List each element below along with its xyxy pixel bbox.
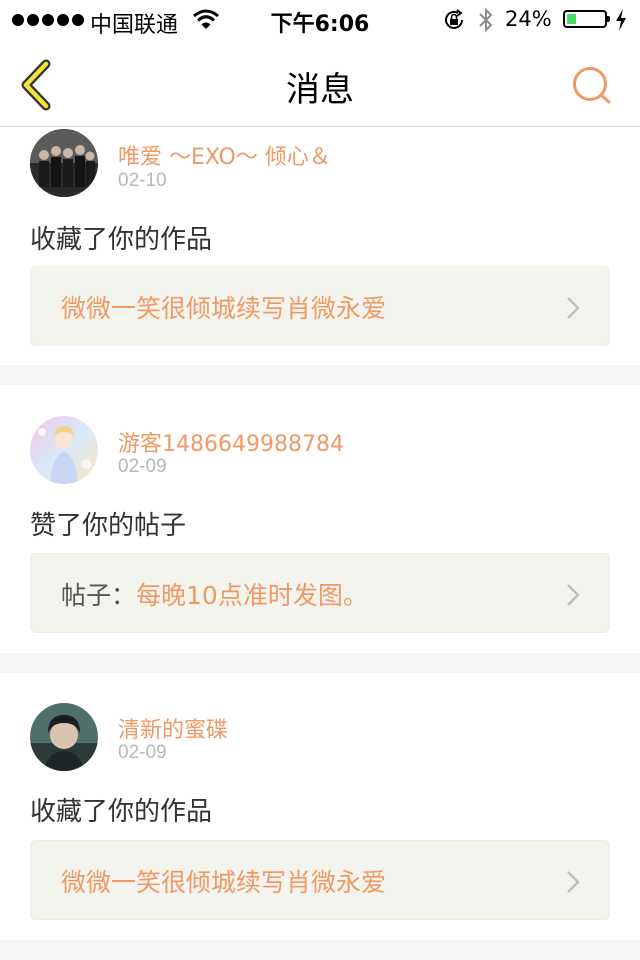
message-date: 02-09 — [118, 456, 167, 477]
message-date: 02-09 — [118, 742, 167, 763]
username-link[interactable]: 游客1486649988784 — [118, 426, 344, 458]
message-action-text: 收藏了你的作品 — [30, 225, 213, 255]
message-card: 清新的蜜碟 02-09 收藏了你的作品 微微一笑很倾城续写肖微永爱 — [0, 673, 640, 940]
work-title: 微微一笑很倾城续写肖微永爱 — [61, 294, 387, 323]
message-action-text: 赞了你的帖子 — [30, 511, 187, 541]
search-button[interactable] — [570, 64, 614, 108]
message-action-text: 收藏了你的作品 — [30, 797, 213, 827]
message-card: 唯爱 ～EXO～ 倾心＆ 02-10 收藏了你的作品 微微一笑很倾城续写肖微永爱 — [0, 127, 640, 365]
bluetooth-icon — [479, 7, 493, 33]
chevron-right-icon — [567, 871, 580, 893]
post-title: 每晚10点准时发图。 — [136, 581, 368, 610]
status-bar: 中国联通 下午6:06 24% — [0, 0, 640, 40]
avatar[interactable] — [30, 416, 98, 484]
avatar[interactable] — [30, 703, 98, 771]
post-link[interactable]: 帖子：每晚10点准时发图。 — [30, 553, 610, 633]
avatar[interactable] — [30, 129, 98, 197]
charging-bolt-icon — [616, 9, 626, 31]
message-card: 游客1486649988784 02-09 赞了你的帖子 帖子：每晚10点准时发… — [0, 385, 640, 653]
username-link[interactable]: 清新的蜜碟 — [118, 712, 228, 744]
work-title: 微微一笑很倾城续写肖微永爱 — [61, 868, 387, 897]
battery-icon — [563, 10, 610, 28]
message-date: 02-10 — [118, 170, 167, 191]
username-link[interactable]: 唯爱 ～EXO～ 倾心＆ — [118, 139, 331, 171]
rotation-lock-icon — [445, 9, 463, 29]
link-prefix: 帖子： — [61, 581, 137, 610]
chevron-right-icon — [567, 584, 580, 606]
chevron-right-icon — [567, 297, 580, 319]
nav-bar: 消息 — [0, 40, 640, 127]
battery-percent: 24% — [505, 7, 552, 31]
page-title: 消息 — [286, 70, 354, 110]
work-link[interactable]: 微微一笑很倾城续写肖微永爱 — [30, 266, 610, 346]
work-link[interactable]: 微微一笑很倾城续写肖微永爱 — [30, 840, 610, 920]
